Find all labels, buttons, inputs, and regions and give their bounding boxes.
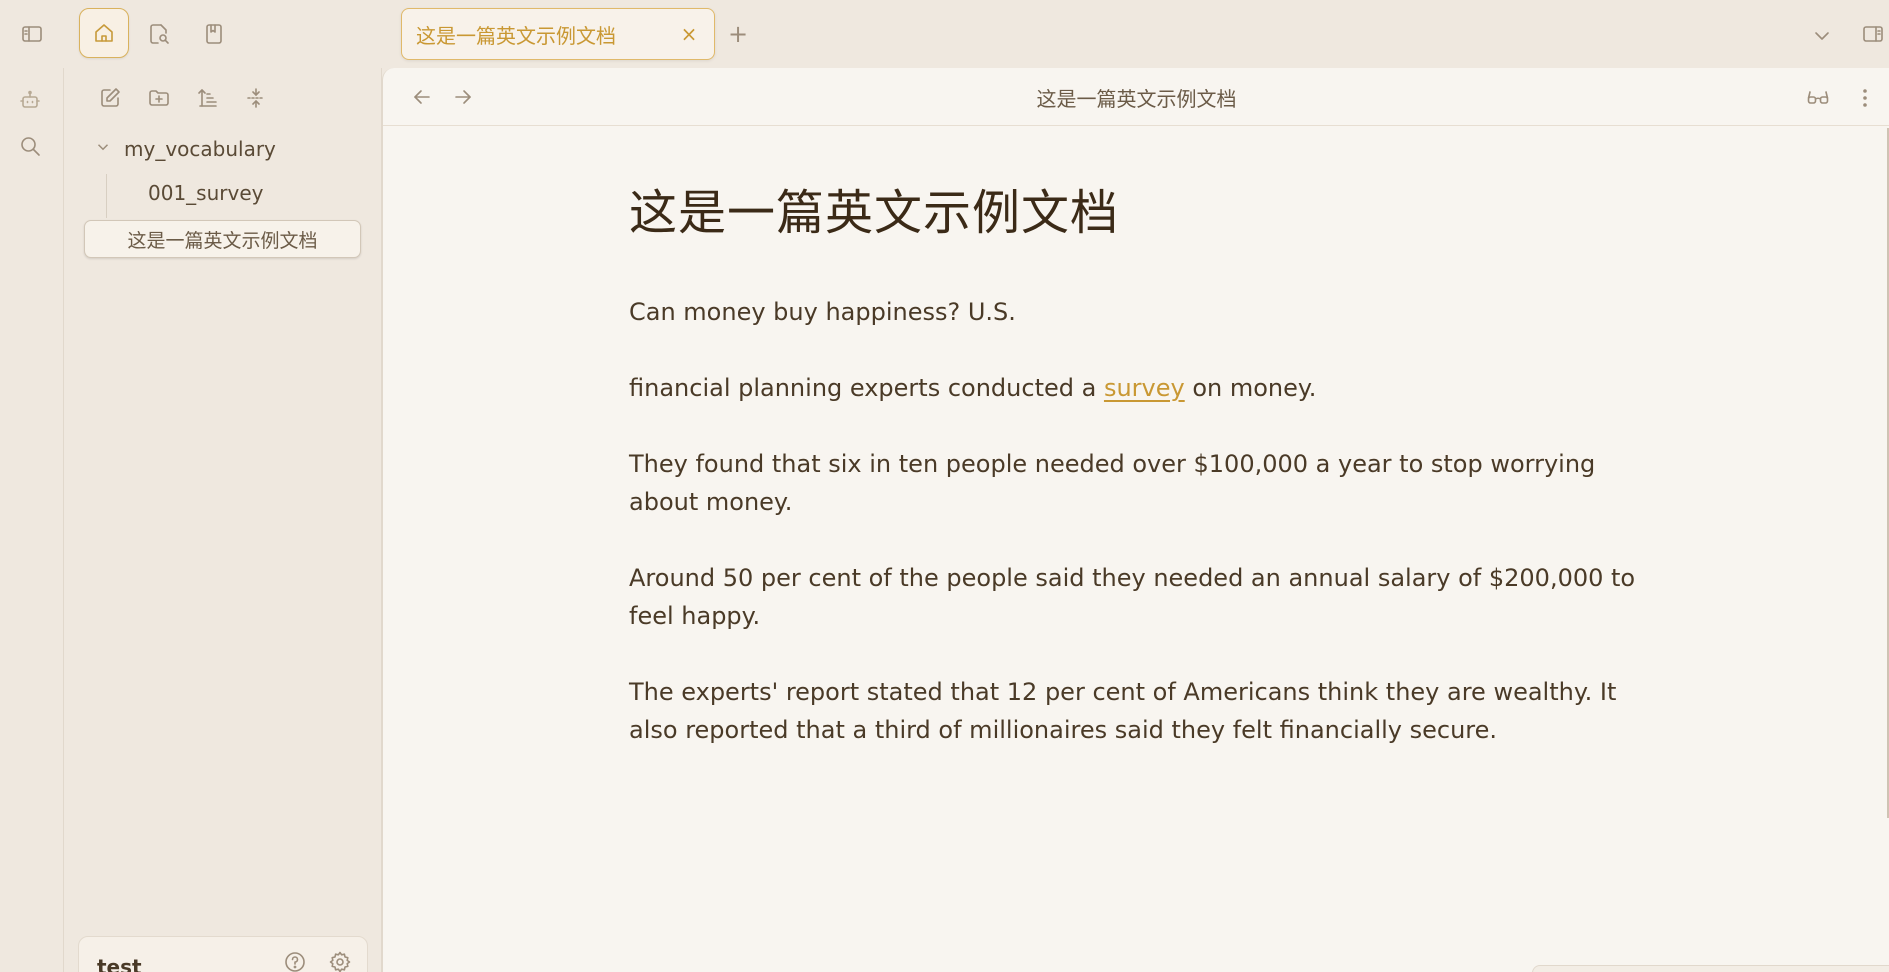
top-bar: 这是一篇英文示例文档 × + — [0, 0, 1889, 68]
paragraph-5: The experts' report stated that 12 per c… — [629, 678, 1617, 744]
paragraph-text: on money. — [1184, 374, 1317, 402]
document-body[interactable]: 这是一篇英文示例文档 Can money buy happiness? U.S.… — [629, 173, 1639, 749]
chevron-down-icon[interactable] — [1806, 20, 1838, 52]
sidebar-left-icon[interactable] — [16, 18, 48, 50]
tree-folder-my-vocabulary[interactable]: my_vocabulary — [94, 134, 276, 164]
survey-link[interactable]: survey — [1104, 374, 1185, 402]
paragraph-3: They found that six in ten people needed… — [629, 450, 1596, 516]
tab-title: 这是一篇英文示例文档 — [416, 23, 616, 48]
tab-active-document[interactable]: 这是一篇英文示例文档 × — [401, 8, 715, 60]
close-icon[interactable]: × — [678, 22, 700, 46]
view-header-title[interactable]: 这是一篇英文示例文档 — [383, 83, 1889, 112]
search-icon[interactable] — [14, 130, 46, 162]
tree-indent-guide — [106, 174, 107, 218]
paragraph-1: Can money buy happiness? U.S. — [629, 298, 1016, 326]
tree-file-001-survey[interactable]: 001_survey — [148, 178, 263, 208]
vault-name: test — [97, 955, 142, 972]
folder-label: my_vocabulary — [124, 137, 276, 161]
folder-plus-icon[interactable] — [143, 82, 175, 114]
sidebar-right-icon[interactable] — [1857, 18, 1889, 50]
gear-icon[interactable] — [325, 947, 355, 972]
more-vertical-icon[interactable] — [1850, 81, 1880, 115]
vault-switcher[interactable]: test — [78, 936, 368, 972]
home-icon[interactable] — [79, 8, 129, 58]
paragraph-2: financial planning experts conducted a s… — [629, 369, 1639, 407]
edit-icon[interactable] — [94, 82, 126, 114]
file-label: 001_survey — [148, 181, 264, 205]
sort-icon[interactable] — [192, 82, 224, 114]
tree-file-active-document[interactable]: 这是一篇英文示例文档 — [84, 220, 361, 258]
bookmark-icon[interactable] — [198, 18, 230, 50]
file-label: 这是一篇英文示例文档 — [127, 229, 318, 252]
chevron-down-icon — [94, 138, 116, 160]
file-search-icon[interactable] — [143, 18, 175, 50]
bot-icon[interactable] — [14, 84, 46, 116]
glasses-icon[interactable] — [1801, 81, 1835, 115]
file-explorer: my_vocabulary 001_survey 这是一篇英文示例文档 test — [64, 68, 382, 972]
editor-pane: 这是一篇英文示例文档 这是一篇英文示例文档 Can money buy happ… — [382, 68, 1889, 972]
collapse-icon[interactable] — [240, 82, 272, 114]
paragraph-4: Around 50 per cent of the people said th… — [629, 564, 1636, 630]
document-title: 这是一篇英文示例文档 — [629, 185, 1120, 241]
new-tab-button[interactable]: + — [728, 20, 748, 48]
left-ribbon — [0, 68, 64, 972]
paragraph-text: financial planning experts conducted a — [629, 374, 1104, 402]
status-bar — [1532, 965, 1889, 972]
help-icon[interactable] — [280, 947, 310, 972]
view-header: 这是一篇英文示例文档 — [383, 68, 1889, 126]
